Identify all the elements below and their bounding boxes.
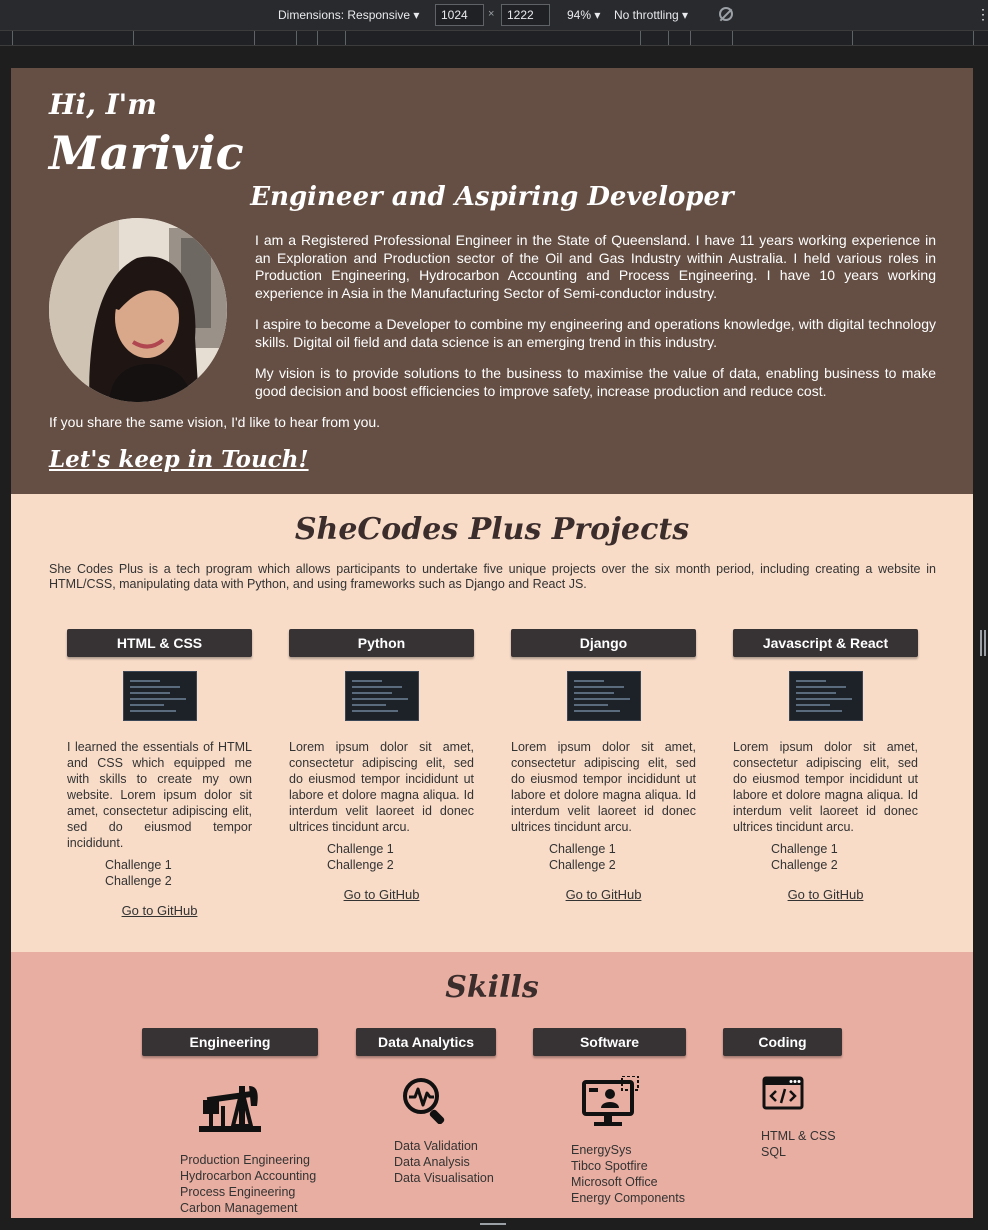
share-vision-text: If you share the same vision, I'd like t… <box>49 414 381 430</box>
skill-item: Hydrocarbon Accounting <box>180 1169 317 1183</box>
skill-tag: Data Analytics <box>356 1028 496 1056</box>
skill-tag: Coding <box>723 1028 842 1056</box>
project-card-javascript-react: Javascript & React Lorem ipsum dolor sit… <box>733 629 918 902</box>
skill-item: Data Analysis <box>394 1155 470 1169</box>
skill-list: Data Validation Data Analysis Data Visua… <box>394 1138 496 1186</box>
code-screenshot-thumbnail <box>788 671 863 721</box>
challenge-item[interactable]: Challenge 1 <box>327 841 474 857</box>
project-tag: HTML & CSS <box>67 629 252 657</box>
github-link[interactable]: Go to GitHub <box>511 887 696 902</box>
bio-paragraph-1: I am a Registered Professional Engineer … <box>255 232 936 301</box>
dimensions-label: Dimensions: Responsive <box>278 8 411 22</box>
more-options-icon[interactable]: ⋮ <box>976 6 988 23</box>
skill-item: Data Validation <box>394 1139 478 1153</box>
skill-group-software: Software EnergySys Tibco Spotfire Micros… <box>533 1028 686 1206</box>
project-description: Lorem ipsum dolor sit amet, consectetur … <box>511 740 696 834</box>
skill-list: EnergySys Tibco Spotfire Microsoft Offic… <box>571 1142 686 1206</box>
height-input[interactable] <box>501 4 550 26</box>
bio: I am a Registered Professional Engineer … <box>255 232 936 414</box>
oil-pump-icon <box>199 1086 261 1132</box>
challenge-item[interactable]: Challenge 2 <box>105 873 252 889</box>
zoom-label: 94% <box>567 8 592 22</box>
challenge-list: Challenge 1 Challenge 2 <box>327 841 474 873</box>
resize-handle-right[interactable] <box>980 630 986 656</box>
hero-name: Marivic <box>49 126 244 180</box>
project-card-django: Django Lorem ipsum dolor sit amet, conse… <box>511 629 696 902</box>
project-card-html-css: HTML & CSS I learned the essentials of H… <box>67 629 252 918</box>
project-description: Lorem ipsum dolor sit amet, consectetur … <box>289 740 474 834</box>
skill-group-coding: Coding HTML & CSS SQL <box>723 1028 842 1160</box>
challenge-item[interactable]: Challenge 2 <box>771 857 918 873</box>
devtools-toolbar: Dimensions: Responsive ▾ × 94% ▾ No thro… <box>0 0 988 30</box>
bio-paragraph-2: I aspire to become a Developer to combin… <box>255 316 936 350</box>
skill-group-data-analytics: Data Analytics Data Validation Data Anal… <box>356 1028 496 1186</box>
skill-item: EnergySys <box>571 1143 632 1157</box>
code-screenshot-thumbnail <box>344 671 419 721</box>
skill-item: HTML & CSS <box>761 1129 836 1143</box>
skill-item: Production Engineering <box>180 1153 310 1167</box>
times-icon: × <box>488 8 495 20</box>
github-link[interactable]: Go to GitHub <box>67 903 252 918</box>
bio-paragraph-3: My vision is to provide solutions to the… <box>255 365 936 399</box>
skill-list: Production Engineering Hydrocarbon Accou… <box>180 1152 318 1216</box>
resize-handle-bottom[interactable] <box>480 1223 506 1227</box>
challenge-list: Challenge 1 Challenge 2 <box>105 857 252 889</box>
keep-in-touch-link[interactable]: Let's keep in Touch! <box>49 446 309 473</box>
project-description: I learned the essentials of HTML and CSS… <box>67 740 252 850</box>
greeting: Hi, I'm <box>49 88 157 121</box>
projects-section: SheCodes Plus Projects She Codes Plus is… <box>11 494 973 952</box>
throttling-label: No throttling <box>614 8 679 22</box>
github-link[interactable]: Go to GitHub <box>289 887 474 902</box>
throttling-dropdown[interactable]: No throttling ▾ <box>614 8 688 22</box>
skill-group-engineering: Engineering Production Engineering Hydro… <box>142 1028 318 1216</box>
project-description: Lorem ipsum dolor sit amet, consectetur … <box>733 740 918 834</box>
project-tag: Django <box>511 629 696 657</box>
challenge-item[interactable]: Challenge 1 <box>105 857 252 873</box>
project-tag: Python <box>289 629 474 657</box>
projects-title: SheCodes Plus Projects <box>294 512 690 547</box>
github-link[interactable]: Go to GitHub <box>733 887 918 902</box>
skill-item: Tibco Spotfire <box>571 1159 648 1173</box>
skill-item: Process Engineering <box>180 1185 296 1199</box>
hero-section: Hi, I'm Marivic Engineer and Aspiring De… <box>11 68 973 494</box>
skill-tag: Software <box>533 1028 686 1056</box>
dimensions-dropdown[interactable]: Dimensions: Responsive ▾ <box>278 8 419 22</box>
challenge-item[interactable]: Challenge 1 <box>549 841 696 857</box>
data-search-icon <box>403 1078 445 1124</box>
projects-intro: She Codes Plus is a tech program which a… <box>49 562 936 591</box>
code-window-icon <box>762 1076 803 1110</box>
code-screenshot-thumbnail <box>566 671 641 721</box>
project-card-python: Python Lorem ipsum dolor sit amet, conse… <box>289 629 474 902</box>
challenge-list: Challenge 1 Challenge 2 <box>771 841 918 873</box>
zoom-dropdown[interactable]: 94% ▾ <box>567 8 600 22</box>
skill-item: Energy Components <box>571 1191 685 1205</box>
hero-role: Engineer and Aspiring Developer <box>250 182 734 212</box>
rotate-icon[interactable] <box>719 7 733 21</box>
skill-item: Microsoft Office <box>571 1175 658 1189</box>
computer-user-icon <box>581 1076 639 1126</box>
skill-item: Data Visualisation <box>394 1171 494 1185</box>
skills-section: Skills Engineering Production Engineerin… <box>11 952 973 1218</box>
skill-item: Carbon Management <box>180 1201 298 1215</box>
width-input[interactable] <box>435 4 484 26</box>
skill-tag: Engineering <box>142 1028 318 1056</box>
challenge-list: Challenge 1 Challenge 2 <box>549 841 696 873</box>
viewport-gap <box>0 46 988 68</box>
profile-photo <box>49 218 227 402</box>
skill-list: HTML & CSS SQL <box>761 1128 842 1160</box>
code-screenshot-thumbnail <box>122 671 197 721</box>
media-query-ruler[interactable] <box>0 30 988 46</box>
challenge-item[interactable]: Challenge 2 <box>549 857 696 873</box>
challenge-item[interactable]: Challenge 2 <box>327 857 474 873</box>
project-tag: Javascript & React <box>733 629 918 657</box>
skills-title: Skills <box>445 970 539 1005</box>
challenge-item[interactable]: Challenge 1 <box>771 841 918 857</box>
skill-item: SQL <box>761 1145 787 1159</box>
page-viewport: Hi, I'm Marivic Engineer and Aspiring De… <box>11 68 973 1218</box>
